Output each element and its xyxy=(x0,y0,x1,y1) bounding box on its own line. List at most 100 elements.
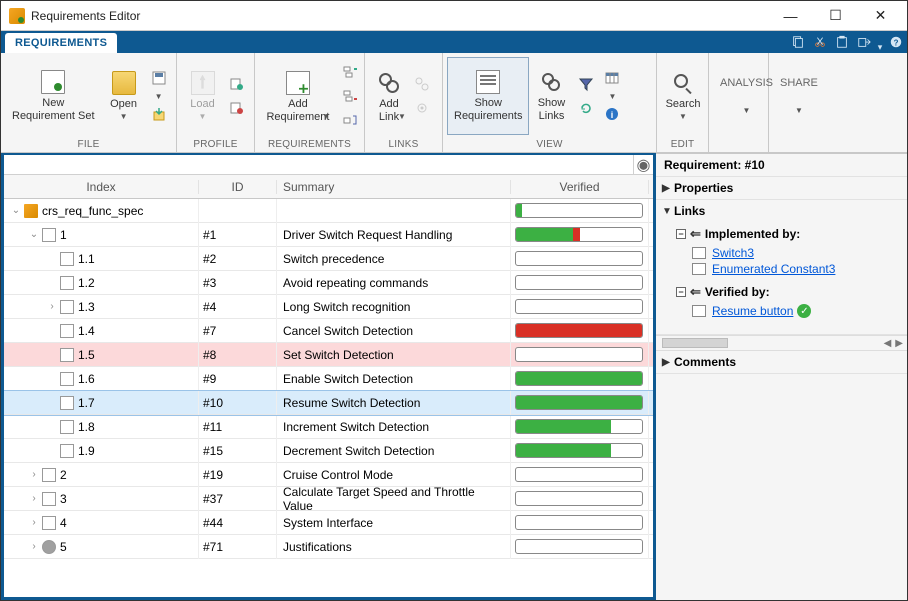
toggle-icon[interactable]: › xyxy=(28,517,40,528)
row-id: #10 xyxy=(203,396,223,410)
table-row[interactable]: ⌄1#1Driver Switch Request Handling xyxy=(4,223,653,247)
col-header-verified[interactable]: Verified xyxy=(511,180,649,194)
maximize-button[interactable]: ☐ xyxy=(813,2,858,30)
row-summary: Set Switch Detection xyxy=(283,348,394,362)
table-row[interactable]: ›5#71Justifications xyxy=(4,535,653,559)
table-row[interactable]: ›1.3#4Long Switch recognition xyxy=(4,295,653,319)
show-links-button[interactable]: Show Links xyxy=(529,57,573,135)
minimize-button[interactable]: — xyxy=(768,2,813,30)
toggle-icon[interactable]: ⌄ xyxy=(28,229,40,240)
verify-bar xyxy=(515,299,643,314)
demote-button[interactable] xyxy=(339,85,361,107)
add-link-button[interactable]: Add Link ▼ xyxy=(369,57,409,135)
requirement-icon xyxy=(60,348,74,362)
table-row[interactable]: 1.8#11Increment Switch Detection xyxy=(4,415,653,439)
profile-remove-button[interactable] xyxy=(226,97,248,119)
toggle-icon[interactable]: › xyxy=(28,493,40,504)
root-row[interactable]: ⌄crs_req_func_spec xyxy=(4,199,653,223)
share-button[interactable]: SHARE▼ xyxy=(773,57,825,135)
verify-bar xyxy=(515,539,643,554)
save-button[interactable] xyxy=(148,67,170,89)
verify-bar xyxy=(515,251,643,266)
profile-assign-button[interactable] xyxy=(226,73,248,95)
link-item[interactable]: Switch3 xyxy=(712,246,754,260)
row-summary: Enable Switch Detection xyxy=(283,372,413,386)
toggle-icon[interactable]: ⌄ xyxy=(10,205,22,216)
close-button[interactable]: ✕ xyxy=(858,2,903,30)
row-summary: Long Switch recognition xyxy=(283,300,410,314)
col-header-summary[interactable]: Summary xyxy=(277,180,511,194)
collapse-implemented-icon[interactable]: − xyxy=(676,229,686,239)
qat-import-icon[interactable] xyxy=(853,31,875,53)
table-row[interactable]: 1.4 #7 Cancel Switch Detection xyxy=(4,319,653,343)
add-requirement-button[interactable]: Add Requirement ▼ xyxy=(259,57,337,135)
verify-bar xyxy=(515,443,643,458)
table-row[interactable]: 1.9#15Decrement Switch Detection xyxy=(4,439,653,463)
table-row[interactable]: 1.2#3Avoid repeating commands xyxy=(4,271,653,295)
show-links-icon xyxy=(539,70,563,94)
requirement-icon xyxy=(42,228,56,242)
toggle-icon[interactable]: › xyxy=(28,541,40,552)
tab-requirements[interactable]: REQUIREMENTS xyxy=(5,33,117,53)
row-id: #15 xyxy=(203,444,223,458)
arrow-in-icon: ⇐ xyxy=(690,226,701,242)
columns-button[interactable] xyxy=(601,67,623,89)
table-row[interactable]: ›3#37Calculate Target Speed and Throttle… xyxy=(4,487,653,511)
collapse-verified-icon[interactable]: − xyxy=(676,287,686,297)
row-id: #44 xyxy=(203,516,223,530)
columns-dropdown[interactable]: ▼ xyxy=(601,91,623,101)
table-row[interactable]: 1.7#10Resume Switch Detection xyxy=(4,391,653,415)
requirement-icon xyxy=(60,420,74,434)
section-properties[interactable]: ▶Properties xyxy=(656,177,907,199)
qat-dropdown[interactable]: ▾ xyxy=(875,42,885,53)
qat-paste-icon[interactable] xyxy=(831,31,853,53)
col-header-index[interactable]: Index xyxy=(4,180,199,194)
panel-hscroll[interactable]: ◀▶ xyxy=(656,335,907,351)
view-filter-button[interactable] xyxy=(575,73,597,95)
promote-button[interactable] xyxy=(339,61,361,83)
link-settings-button[interactable] xyxy=(411,97,433,119)
toggle-icon[interactable]: › xyxy=(46,301,58,312)
section-links[interactable]: ▼Links xyxy=(656,200,907,222)
grid-options-button[interactable]: ◉ xyxy=(633,155,653,175)
row-id: #11 xyxy=(203,420,222,434)
load-icon xyxy=(191,71,215,95)
grid-header: Index ID Summary Verified xyxy=(4,175,653,199)
link-item[interactable]: Enumerated Constant3 xyxy=(712,262,835,276)
tabstrip: REQUIREMENTS ▾ ? xyxy=(1,31,907,53)
table-row[interactable]: 1.6#9Enable Switch Detection xyxy=(4,367,653,391)
row-id: #7 xyxy=(203,324,216,338)
row-index: 4 xyxy=(60,516,67,530)
row-index: 2 xyxy=(60,468,67,482)
link-item[interactable]: Resume button xyxy=(712,304,793,318)
col-header-id[interactable]: ID xyxy=(199,180,277,194)
row-summary: Increment Switch Detection xyxy=(283,420,429,434)
group-label-profile: PROFILE xyxy=(177,139,254,152)
new-requirement-set-button[interactable]: New Requirement Set xyxy=(5,57,102,135)
section-comments[interactable]: ▶Comments xyxy=(656,351,907,373)
table-row[interactable]: › 4 #44 System Interface xyxy=(4,511,653,535)
test-icon xyxy=(692,305,706,317)
save-dropdown[interactable]: ▼ xyxy=(148,91,170,101)
information-button[interactable]: i xyxy=(601,103,623,125)
show-requirements-button[interactable]: Show Requirements xyxy=(447,57,529,135)
row-id: #1 xyxy=(203,228,216,242)
row-summary: System Interface xyxy=(283,516,373,530)
help-icon[interactable]: ? xyxy=(885,31,907,53)
table-row[interactable]: ›2#19Cruise Control Mode xyxy=(4,463,653,487)
toggle-icon[interactable]: › xyxy=(28,469,40,480)
open-button[interactable]: Open ▼ xyxy=(102,57,146,135)
import-button[interactable] xyxy=(148,103,170,125)
qat-cut-icon[interactable] xyxy=(809,31,831,53)
row-index: 1.4 xyxy=(78,324,95,338)
block-icon xyxy=(692,263,706,275)
table-row[interactable]: 1.5#8Set Switch Detection xyxy=(4,343,653,367)
group-label-requirements: REQUIREMENTS xyxy=(255,139,364,152)
view-refresh-button[interactable] xyxy=(575,97,597,119)
qat-copy-icon[interactable] xyxy=(787,31,809,53)
table-row[interactable]: 1.1#2Switch precedence xyxy=(4,247,653,271)
justify-button[interactable] xyxy=(339,109,361,131)
search-button[interactable]: Search ▼ xyxy=(661,57,705,135)
row-summary: Cancel Switch Detection xyxy=(283,324,413,338)
unlink-button[interactable] xyxy=(411,73,433,95)
